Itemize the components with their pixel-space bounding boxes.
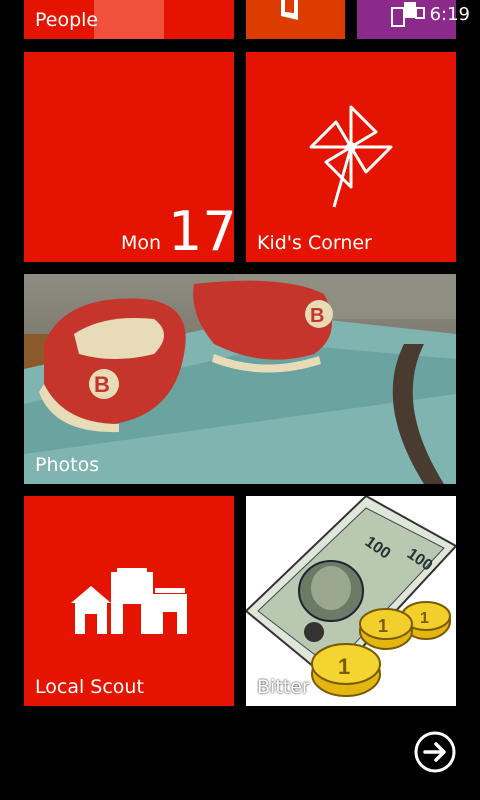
local-scout-icon <box>71 568 187 634</box>
status-time: 6:19 <box>429 4 470 25</box>
pinwheel-icon <box>309 105 393 208</box>
office-tile[interactable] <box>246 0 345 39</box>
kids-corner-label: Kid's Corner <box>257 232 372 254</box>
data-connection-icon <box>391 2 425 27</box>
status-bar: 6:19 <box>370 0 480 34</box>
calendar-date: 17 <box>168 200 234 262</box>
bitter-tile[interactable]: 100 100 1 1 1 Bitter <box>246 496 456 706</box>
all-apps-arrow-icon[interactable] <box>414 731 456 773</box>
photos-label: Photos <box>35 454 100 476</box>
people-photo-strip <box>94 0 164 39</box>
local-scout-label: Local Scout <box>35 676 144 698</box>
svg-text:1: 1 <box>420 610 429 627</box>
calendar-day: Mon <box>121 232 162 254</box>
svg-text:B: B <box>310 305 324 327</box>
svg-text:1: 1 <box>338 654 350 679</box>
money-image: 100 100 1 1 1 <box>246 496 456 697</box>
photo-shoes-image: B B <box>24 274 456 484</box>
bitter-label: Bitter <box>257 676 310 698</box>
kids-corner-tile[interactable]: Kid's Corner <box>246 52 456 262</box>
office-icon <box>281 0 298 20</box>
svg-text:B: B <box>94 372 110 397</box>
people-tile[interactable]: People <box>24 0 234 39</box>
people-tile-label: People <box>35 9 99 31</box>
svg-text:1: 1 <box>378 616 388 636</box>
local-scout-tile[interactable]: Local Scout <box>24 496 234 706</box>
photos-tile[interactable]: B B Photos <box>24 274 456 484</box>
calendar-tile[interactable]: Mon 17 <box>24 52 234 262</box>
